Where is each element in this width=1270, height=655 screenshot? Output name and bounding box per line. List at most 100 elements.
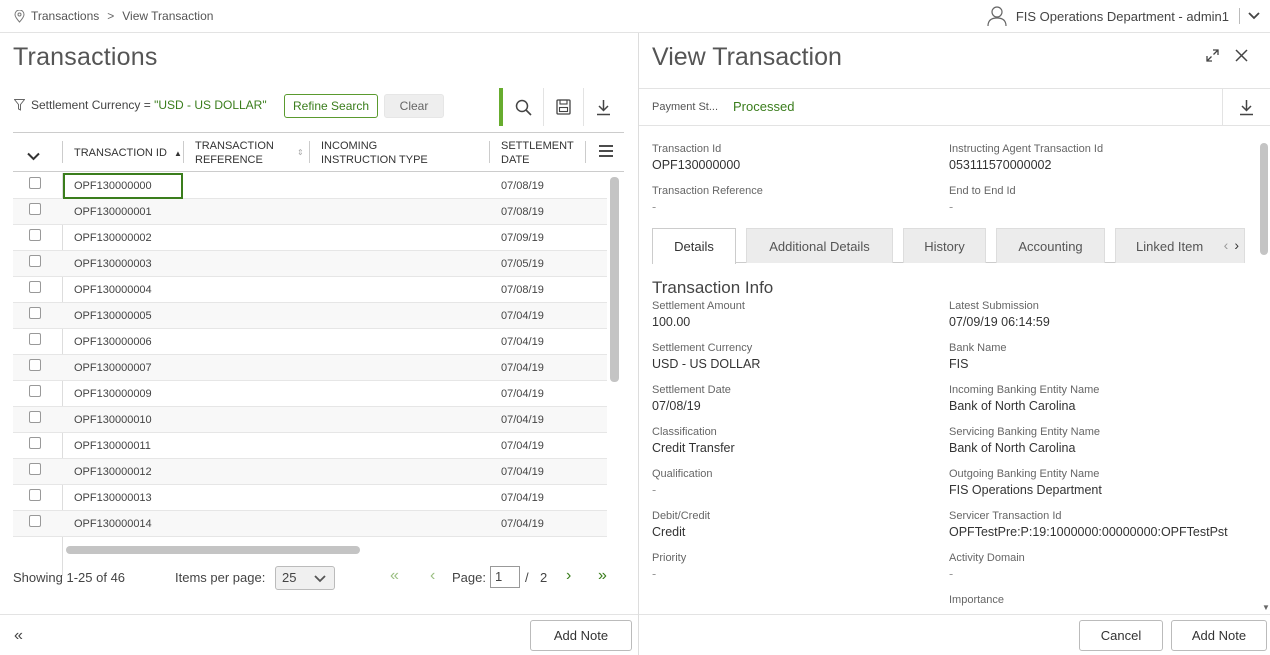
horizontal-scrollbar[interactable] bbox=[66, 546, 360, 554]
scroll-down-icon[interactable]: ▼ bbox=[1262, 603, 1270, 612]
transaction-id-cell[interactable]: OPF130000000 bbox=[63, 173, 183, 199]
field-value: Credit bbox=[652, 525, 686, 539]
transaction-id-cell[interactable]: OPF130000014 bbox=[63, 511, 183, 537]
row-checkbox[interactable] bbox=[29, 359, 41, 371]
chevron-down-icon[interactable] bbox=[1248, 12, 1260, 20]
filter-value: "USD - US DOLLAR" bbox=[154, 98, 267, 112]
row-checkbox[interactable] bbox=[29, 515, 41, 527]
column-divider bbox=[309, 141, 310, 163]
field-label: Classification bbox=[652, 426, 717, 438]
transaction-id-cell[interactable]: OPF130000005 bbox=[63, 303, 183, 329]
export-detail-button[interactable] bbox=[1222, 89, 1270, 126]
column-header-incoming-instruction-type[interactable]: INCOMING INSTRUCTION TYPE bbox=[321, 133, 441, 172]
add-note-button[interactable]: Add Note bbox=[1171, 620, 1267, 651]
column-divider bbox=[62, 141, 63, 163]
table-row[interactable]: OPF130000012 07/04/19 bbox=[13, 459, 607, 485]
field-value: 100.00 bbox=[652, 315, 691, 329]
field-value: OPF130000000 bbox=[652, 158, 741, 172]
column-menu-button[interactable] bbox=[599, 133, 613, 172]
table-row[interactable]: OPF130000014 07/04/19 bbox=[13, 511, 607, 537]
transaction-id-cell[interactable]: OPF130000001 bbox=[63, 199, 183, 225]
transaction-id-cell[interactable]: OPF130000002 bbox=[63, 225, 183, 251]
transaction-id-cell[interactable]: OPF130000011 bbox=[63, 433, 183, 459]
table-row[interactable]: OPF130000000 07/08/19 bbox=[13, 173, 607, 199]
field-label: Instructing Agent Transaction Id bbox=[949, 143, 1104, 155]
table-row[interactable]: OPF130000002 07/09/19 bbox=[13, 225, 607, 251]
items-per-page-select[interactable]: 25 bbox=[275, 566, 335, 590]
row-checkbox[interactable] bbox=[29, 203, 41, 215]
transaction-id-cell[interactable]: OPF130000006 bbox=[63, 329, 183, 355]
cancel-button[interactable]: Cancel bbox=[1079, 620, 1163, 651]
settlement-date-cell: 07/04/19 bbox=[501, 310, 544, 322]
refine-search-button[interactable]: Refine Search bbox=[284, 94, 379, 118]
chevron-left-icon[interactable]: ‹ bbox=[1224, 237, 1229, 253]
tab-accounting[interactable]: Accounting bbox=[996, 228, 1105, 263]
transaction-id-cell[interactable]: OPF130000013 bbox=[63, 485, 183, 511]
sort-icon[interactable]: ⇕ bbox=[297, 133, 304, 172]
sort-asc-icon: ▲ bbox=[173, 149, 182, 158]
transaction-id-cell[interactable]: OPF130000003 bbox=[63, 251, 183, 277]
table-row[interactable]: OPF130000006 07/04/19 bbox=[13, 329, 607, 355]
row-checkbox[interactable] bbox=[29, 385, 41, 397]
add-note-button[interactable]: Add Note bbox=[530, 620, 632, 651]
table-row[interactable]: OPF130000010 07/04/19 bbox=[13, 407, 607, 433]
transaction-id-cell[interactable]: OPF130000009 bbox=[63, 381, 183, 407]
row-checkbox[interactable] bbox=[29, 281, 41, 293]
detail-field: Incoming Banking Entity Name Bank of Nort… bbox=[949, 384, 1099, 413]
column-header-transaction-reference[interactable]: TRANSACTION REFERENCE bbox=[195, 133, 295, 172]
vertical-scrollbar[interactable] bbox=[610, 177, 619, 382]
row-checkbox[interactable] bbox=[29, 307, 41, 319]
next-page-icon[interactable]: › bbox=[566, 567, 571, 585]
table-row[interactable]: OPF130000005 07/04/19 bbox=[13, 303, 607, 329]
tab-history[interactable]: History bbox=[903, 228, 986, 263]
search-icon bbox=[515, 99, 532, 116]
transaction-id-cell[interactable]: OPF130000004 bbox=[63, 277, 183, 303]
clear-button[interactable]: Clear bbox=[384, 94, 444, 118]
table-row[interactable]: OPF130000013 07/04/19 bbox=[13, 485, 607, 511]
row-checkbox[interactable] bbox=[29, 489, 41, 501]
search-button[interactable] bbox=[503, 88, 543, 126]
previous-page-icon[interactable]: ‹ bbox=[430, 567, 435, 585]
table-row[interactable]: OPF130000011 07/04/19 bbox=[13, 433, 607, 459]
row-checkbox[interactable] bbox=[29, 177, 41, 189]
active-filter: Settlement Currency = "USD - US DOLLAR" bbox=[14, 98, 267, 112]
detail-field: Settlement Amount 100.00 bbox=[652, 300, 745, 329]
table-row[interactable]: OPF130000003 07/05/19 bbox=[13, 251, 607, 277]
expand-icon[interactable] bbox=[1206, 49, 1219, 62]
row-checkbox[interactable] bbox=[29, 255, 41, 267]
transaction-id-cell[interactable]: OPF130000007 bbox=[63, 355, 183, 381]
tab-additional-details[interactable]: Additional Details bbox=[746, 228, 893, 263]
row-checkbox[interactable] bbox=[29, 437, 41, 449]
save-search-button[interactable] bbox=[543, 88, 583, 126]
table-row[interactable]: OPF130000007 07/04/19 bbox=[13, 355, 607, 381]
table-row[interactable]: OPF130000009 07/04/19 bbox=[13, 381, 607, 407]
column-header-transaction-id[interactable]: TRANSACTION ID ▲ bbox=[74, 133, 182, 172]
export-button[interactable] bbox=[583, 88, 623, 126]
chevron-right-icon[interactable]: › bbox=[1234, 237, 1239, 253]
last-page-icon[interactable]: » bbox=[598, 567, 607, 585]
row-checkbox[interactable] bbox=[29, 229, 41, 241]
page-number-input[interactable]: 1 bbox=[490, 566, 520, 588]
column-header-settlement-date[interactable]: SETTLEMENT DATE bbox=[501, 133, 581, 172]
collapse-panel-icon[interactable]: « bbox=[14, 627, 23, 645]
panel-actions bbox=[1206, 49, 1248, 62]
transaction-id-cell[interactable]: OPF130000010 bbox=[63, 407, 183, 433]
user-menu[interactable]: FIS Operations Department - admin1 bbox=[986, 5, 1260, 27]
breadcrumb-transactions[interactable]: Transactions bbox=[31, 9, 99, 23]
field-value: OPFTestPre:P:19:1000000:00000000:OPFTest… bbox=[949, 525, 1228, 539]
column-label: INCOMING INSTRUCTION TYPE bbox=[321, 140, 428, 166]
first-page-icon[interactable]: « bbox=[390, 567, 399, 585]
detail-scrollbar[interactable] bbox=[1260, 143, 1268, 255]
settlement-date-cell: 07/04/19 bbox=[501, 388, 544, 400]
row-checkbox[interactable] bbox=[29, 411, 41, 423]
table-row[interactable]: OPF130000001 07/08/19 bbox=[13, 199, 607, 225]
transaction-id-cell[interactable]: OPF130000012 bbox=[63, 459, 183, 485]
section-title: Transaction Info bbox=[652, 278, 774, 297]
table-row[interactable]: OPF130000004 07/08/19 bbox=[13, 277, 607, 303]
field-value: 053111570000002 bbox=[949, 158, 1052, 172]
row-checkbox[interactable] bbox=[29, 333, 41, 345]
top-bar: Transactions > View Transaction FIS Oper… bbox=[0, 0, 1270, 33]
row-checkbox[interactable] bbox=[29, 463, 41, 475]
tab-details[interactable]: Details bbox=[652, 228, 736, 264]
close-icon[interactable] bbox=[1235, 49, 1248, 62]
